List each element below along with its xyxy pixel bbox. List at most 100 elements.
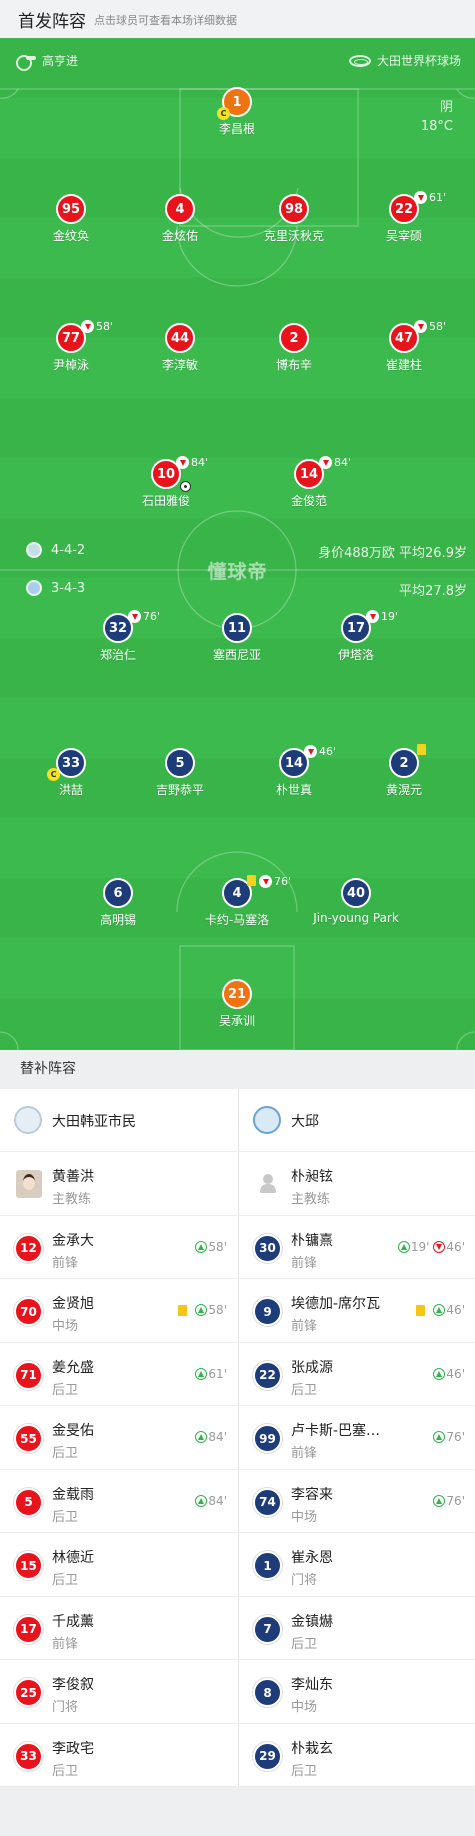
sub-player-row[interactable]: 7 金镇爀 后卫 [239, 1597, 475, 1660]
sub-time: 76' [274, 875, 292, 888]
sub-player-row[interactable]: 74 李容来 中场 76' [239, 1470, 475, 1533]
player-away-14[interactable]: 14 46' 朴世真 [234, 745, 354, 798]
sub-player-row[interactable]: 22 张成源 后卫 46' [239, 1343, 475, 1406]
player-number: 12 [14, 1233, 43, 1263]
player-position: 后卫 [291, 1763, 318, 1779]
sub-player-row[interactable]: 9 埃德加-席尔瓦 前锋 46' [239, 1279, 475, 1343]
player-away-5[interactable]: 5 吉野恭平 [120, 748, 240, 798]
player-home-95[interactable]: 95 金纹奂 [11, 194, 131, 244]
sub-player-row[interactable]: 8 李灿东 中场 [239, 1660, 475, 1724]
sub-out-tag: 76' [128, 610, 160, 623]
player-name: 吉野恭平 [155, 783, 204, 797]
player-name: 塞西尼亚 [212, 648, 261, 662]
sub-in-event: 46' [433, 1367, 465, 1381]
player-away-2[interactable]: 2 黄滉元 [344, 744, 464, 798]
player-number: 70 [14, 1297, 43, 1326]
yellow-card-icon [178, 1304, 188, 1316]
sub-out-tag: 58' [414, 320, 446, 333]
sub-player-row[interactable]: 5 金载雨 后卫 84' [0, 1470, 237, 1533]
sub-in-icon [195, 1494, 208, 1507]
lineup-title: 首发阵容 [18, 11, 86, 32]
player-away-4[interactable]: 4 76' 卡约-马塞洛 [177, 875, 297, 928]
sub-time: 19' [381, 610, 399, 623]
player-position: 前锋 [52, 1636, 79, 1652]
player-home-gk[interactable]: 1 C 李昌根 [177, 87, 297, 137]
player-events: 19' 46' [397, 1240, 465, 1254]
sub-player-row[interactable]: 12 金承大 前锋 58' [0, 1216, 237, 1279]
sub-player-row[interactable]: 70 金贤旭 中场 58' [0, 1279, 237, 1343]
sub-player-row[interactable]: 71 姜允盛 后卫 61' [0, 1343, 237, 1406]
home-coach-row[interactable]: 黄善洪 主教练 [0, 1152, 237, 1216]
player-number: 71 [14, 1360, 43, 1390]
player-away-17[interactable]: 17 19' 伊塔洛 [296, 610, 416, 663]
sub-player-row[interactable]: 33 李政宅 后卫 [0, 1724, 237, 1787]
player-number: 15 [14, 1551, 43, 1580]
home-team-badge-icon [26, 542, 42, 558]
sub-player-row[interactable]: 17 千成薰 前锋 [0, 1597, 237, 1660]
sub-player-row[interactable]: 30 朴镛熹 前锋 19' 46' [239, 1216, 475, 1279]
sub-out-icon [319, 456, 332, 469]
sub-in-time: 76' [446, 1493, 465, 1508]
subs-home-team[interactable]: 大田韩亚市民 [0, 1089, 237, 1152]
sub-player-row[interactable]: 55 金旻佑 后卫 84' [0, 1406, 237, 1470]
player-away-gk[interactable]: 21 吴承训 [177, 979, 297, 1029]
yellow-card-icon [417, 744, 426, 755]
player-events: 84' [195, 1430, 227, 1444]
subs-away-team[interactable]: 大邱 [239, 1089, 475, 1152]
coach-role: 主教练 [52, 1192, 92, 1207]
player-away-32[interactable]: 32 76' 郑治仁 [58, 610, 178, 663]
player-position: 中场 [291, 1700, 318, 1715]
sub-out-icon [366, 610, 379, 623]
sub-in-time: 46' [446, 1366, 465, 1381]
player-name: 金载雨 [52, 1486, 94, 1503]
sub-player-row[interactable]: 29 朴栽玄 后卫 [239, 1724, 475, 1787]
player-number: 5 [14, 1487, 43, 1517]
sub-time: 61' [429, 191, 447, 204]
player-home-77[interactable]: 77 58' 尹棹泳 [11, 320, 131, 373]
player-home-98[interactable]: 98 克里沃秋克 [234, 194, 354, 244]
player-home-4[interactable]: 4 金炫佑 [120, 194, 240, 244]
player-away-40[interactable]: 40 Jin-young Park [296, 878, 416, 925]
player-name: 金俊范 [290, 494, 327, 508]
subs-header: 替补阵容 [0, 1050, 475, 1089]
away-coach-row[interactable]: 朴昶铉 主教练 [239, 1152, 475, 1216]
player-home-44[interactable]: 44 李淳敏 [120, 323, 240, 373]
sub-in-time: 46' [446, 1303, 465, 1317]
player-number: 21 [222, 979, 252, 1009]
player-events: 58' [195, 1240, 227, 1254]
sub-out-icon [433, 1240, 446, 1253]
player-number: 9 [253, 1297, 282, 1326]
sub-player-row[interactable]: 1 崔永恩 门将 [239, 1533, 475, 1597]
away-formation: 3-4-3 [26, 580, 85, 596]
home-coach: 高亨进 [16, 52, 78, 71]
player-home-47[interactable]: 47 58' 崔建柱 [344, 320, 464, 373]
player-away-6[interactable]: 6 高明锡 [58, 878, 178, 928]
player-home-14[interactable]: 14 84' 金俊范 [249, 456, 369, 509]
stadium-name: 大田世界杯球场 [376, 54, 461, 68]
player-name: 崔建柱 [385, 358, 422, 372]
sub-in-icon [433, 1431, 446, 1443]
player-position: 后卫 [291, 1382, 318, 1398]
sub-time: 84' [334, 456, 352, 469]
sub-time: 76' [143, 610, 161, 623]
player-number: 99 [253, 1424, 282, 1453]
player-name: 石田雅俊 [141, 494, 190, 508]
player-name: 李政宅 [52, 1740, 94, 1757]
player-home-2[interactable]: 2 博布辛 [234, 323, 354, 373]
stadium-icon [348, 54, 371, 67]
player-home-22[interactable]: 22 61' 吴宰硕 [344, 191, 464, 244]
sub-out-icon [128, 610, 141, 623]
player-position: 前锋 [291, 1319, 318, 1334]
player-number: 8 [253, 1678, 282, 1707]
sub-in-event: 76' [433, 1430, 465, 1444]
player-home-10[interactable]: 10 84' 石田雅俊 [106, 456, 226, 509]
player-events: 76' [433, 1430, 465, 1444]
team-name: 大田韩亚市民 [52, 1114, 136, 1130]
sub-player-row[interactable]: 15 林德近 后卫 [0, 1533, 237, 1597]
sub-player-row[interactable]: 99 卢卡斯-巴塞… 前锋 76' [239, 1406, 475, 1470]
sub-in-time: 58' [208, 1239, 227, 1254]
player-away-33[interactable]: 33 C 洪喆 [11, 748, 131, 798]
player-away-11[interactable]: 11 塞西尼亚 [177, 613, 297, 663]
sub-out-tag: 19' [366, 610, 398, 623]
sub-player-row[interactable]: 25 李俊叙 门将 [0, 1660, 237, 1724]
